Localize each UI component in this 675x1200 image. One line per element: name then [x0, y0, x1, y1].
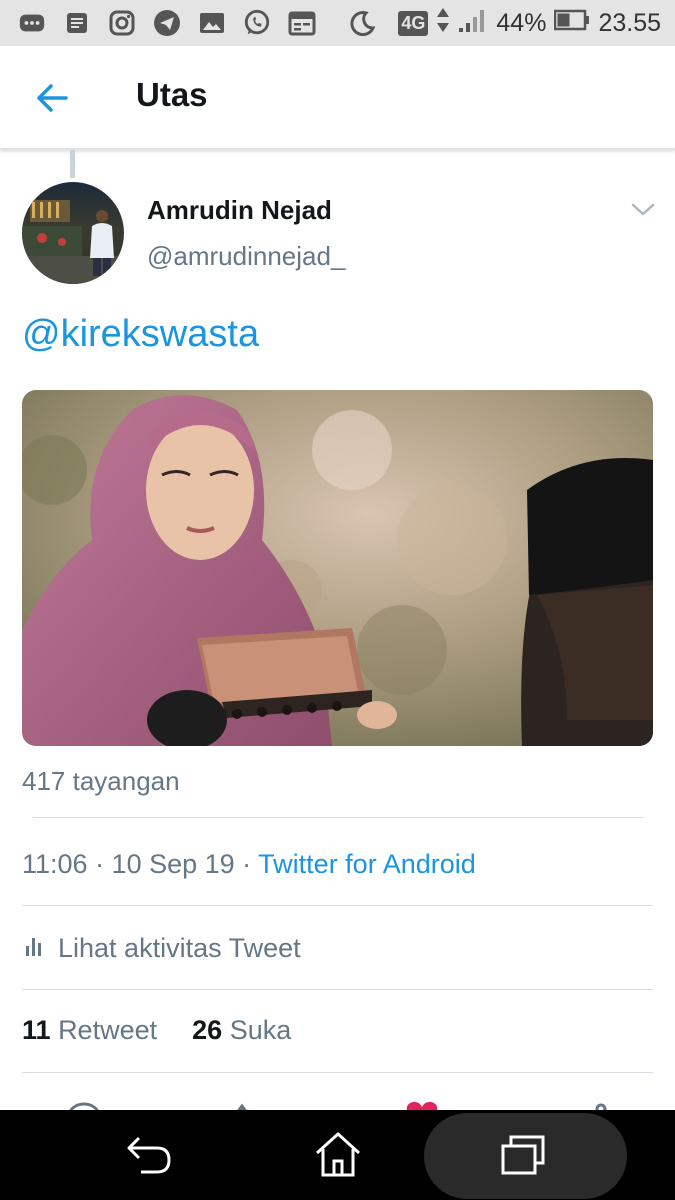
battery-percent: 44%	[496, 8, 547, 37]
divider	[22, 905, 653, 906]
like-icon[interactable]	[404, 1100, 440, 1110]
retweet-icon[interactable]	[232, 1100, 268, 1110]
clock: 23.55	[598, 8, 661, 37]
data-arrows-icon	[436, 6, 450, 41]
retweet-count: 11	[22, 1015, 51, 1045]
calendar-icon	[288, 9, 316, 37]
reply-icon[interactable]	[66, 1100, 102, 1110]
back-icon[interactable]	[100, 1110, 200, 1200]
message-icon	[18, 9, 46, 37]
divider	[22, 1072, 653, 1073]
back-arrow-icon[interactable]	[34, 80, 70, 116]
tweet-text-mention[interactable]: @kirekswasta	[22, 313, 259, 356]
tweet-source-link[interactable]: Twitter for Android	[258, 849, 476, 879]
app-bar: Utas	[0, 46, 675, 150]
tweet-activity-button[interactable]: Lihat aktivitas Tweet	[22, 932, 301, 965]
instagram-icon	[108, 9, 136, 37]
like-count: 26	[192, 1015, 223, 1045]
tweet-activity-label: Lihat aktivitas Tweet	[58, 933, 301, 963]
chevron-down-icon[interactable]	[630, 200, 656, 220]
author-handle[interactable]: @amrudinnejad_	[147, 241, 345, 272]
retweets-count-link[interactable]: 11 Retweet	[22, 1015, 157, 1045]
author-name[interactable]: Amrudin Nejad	[147, 195, 332, 226]
share-icon[interactable]	[583, 1100, 619, 1110]
battery-icon	[554, 8, 590, 39]
divider	[22, 989, 653, 990]
system-navigation-bar	[0, 1110, 675, 1200]
signal-icon	[458, 7, 488, 40]
likes-count-link[interactable]: 26 Suka	[192, 1015, 291, 1045]
avatar[interactable]	[22, 182, 124, 284]
thread-connector-line	[70, 150, 75, 178]
notes-icon	[63, 9, 91, 37]
retweet-label: Retweet	[58, 1015, 158, 1045]
page-title: Utas	[136, 76, 208, 113]
engagement-counts: 11 Retweet 26 Suka	[22, 1015, 291, 1046]
recent-apps-icon[interactable]	[474, 1110, 574, 1200]
tweet-actions-row	[0, 1090, 675, 1110]
network-type-badge: 4G	[398, 10, 429, 36]
tweet-media-video[interactable]	[22, 390, 653, 746]
like-label: Suka	[229, 1015, 292, 1045]
home-icon[interactable]	[288, 1110, 388, 1200]
timestamp-text: 11:06 · 10 Sep 19 ·	[22, 849, 259, 879]
moon-icon	[348, 9, 376, 37]
divider	[33, 817, 643, 818]
gallery-icon	[198, 9, 226, 37]
tweet-timestamp: 11:06 · 10 Sep 19 · Twitter for Android	[22, 849, 476, 880]
view-count: 417 tayangan	[22, 766, 180, 796]
bar-chart-icon	[22, 932, 48, 965]
status-bar: 4G 44% 23.55	[0, 0, 675, 46]
telegram-icon	[153, 9, 181, 37]
whatsapp-icon	[243, 9, 271, 37]
